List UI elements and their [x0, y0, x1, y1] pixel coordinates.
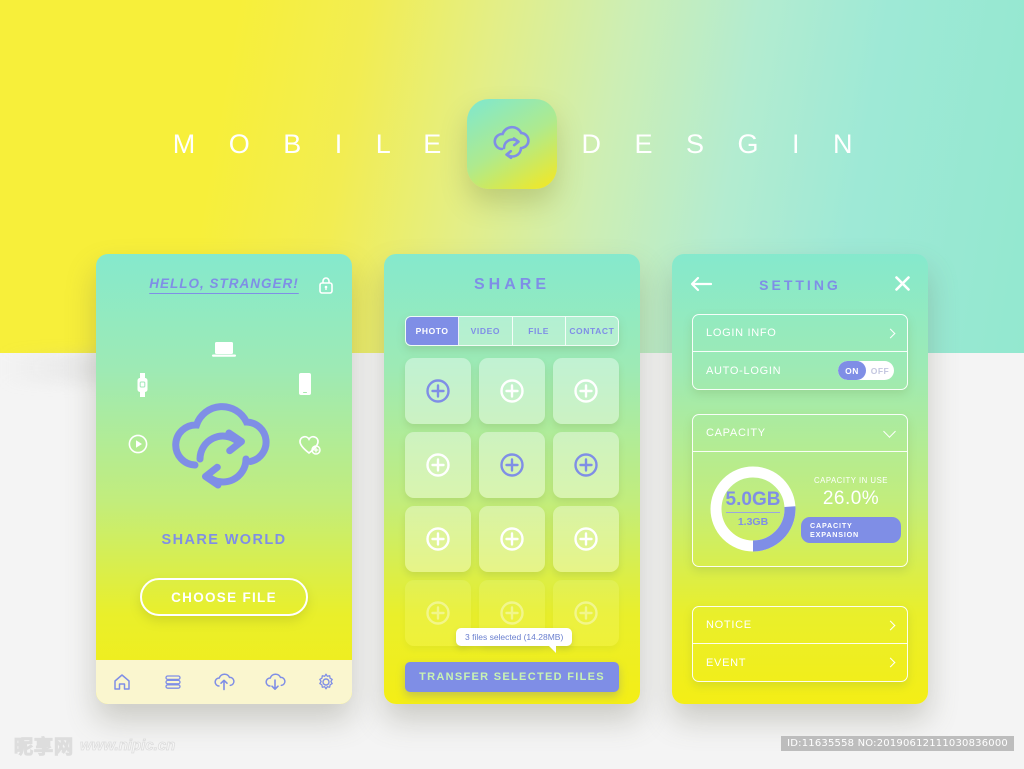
share-tile[interactable] [553, 432, 619, 498]
nav-list-button[interactable] [156, 665, 190, 699]
capacity-body: 5.0GB 1.3GB CAPACITY IN USE 26.0% CAPACI… [693, 452, 907, 566]
watermark-site-name: 昵享网 [13, 736, 75, 759]
toggle-on-label[interactable]: ON [838, 361, 866, 380]
gear-icon [319, 673, 334, 690]
login-panel: LOGIN INFO AUTO-LOGIN ON OFF [692, 314, 908, 390]
watch-icon [136, 372, 149, 403]
list-stack-icon [165, 675, 181, 689]
plus-circle-icon [574, 453, 598, 477]
bottom-nav-bar [96, 660, 352, 704]
capacity-in-use-label: CAPACITY IN USE [814, 475, 888, 485]
plus-circle-icon [500, 527, 524, 551]
notice-label: NOTICE [706, 619, 752, 631]
lock-icon[interactable] [318, 276, 334, 299]
tab-file[interactable]: FILE [512, 317, 566, 345]
capacity-panel: CAPACITY 5.0GB 1.3GB CAPACITY IN USE 26.… [692, 414, 908, 567]
greeting-text: HELLO, STRANGER! [149, 276, 299, 291]
screenshot-stage: M O B I L E D E S G I N HELLO, STRANGER! [0, 0, 1024, 769]
screen1-subtitle: SHARE WORLD [161, 532, 287, 548]
chevron-down-icon [883, 424, 896, 438]
event-label: EVENT [706, 656, 747, 669]
auto-login-label: AUTO-LOGIN [706, 364, 782, 377]
capacity-in-use-percent: 26.0% [822, 487, 880, 509]
capacity-header-row[interactable]: CAPACITY [693, 415, 907, 452]
back-button[interactable] [690, 276, 713, 297]
capacity-label: CAPACITY [706, 427, 766, 439]
chevron-right-icon [885, 328, 896, 338]
tab-photo[interactable]: PHOTO [406, 317, 460, 345]
main-cloud-sync-icon [155, 381, 293, 514]
smartphone-icon [298, 372, 312, 401]
plus-circle-icon [500, 453, 524, 477]
heart-plus-icon [298, 434, 322, 461]
arrow-left-icon [690, 276, 713, 292]
share-tab-bar: PHOTO VIDEO FILE CONTACT [405, 316, 619, 346]
phone-screen-home: HELLO, STRANGER! SHARE WORLD CHOOSE FILE [96, 254, 352, 704]
share-page-title: SHARE [473, 276, 550, 293]
cloud-upload-icon [214, 673, 235, 691]
tab-video[interactable]: VIDEO [459, 317, 513, 345]
auto-login-toggle[interactable]: ON OFF [838, 361, 894, 380]
phone-screen-share: SHARE PHOTO VIDEO FILE CONTACT 3 files s… [384, 254, 640, 704]
transfer-files-button[interactable]: TRANSFER SELECTED FILES [405, 662, 619, 692]
plus-circle-icon [426, 601, 450, 625]
auto-login-row: AUTO-LOGIN ON OFF [693, 352, 907, 389]
event-row[interactable]: EVENT [693, 644, 907, 681]
nav-download-button[interactable] [258, 665, 292, 699]
login-info-row[interactable]: LOGIN INFO [693, 315, 907, 352]
share-tile[interactable] [553, 358, 619, 424]
watermark-id-text: ID:11635558 NO:20190612111030836000 [781, 736, 1014, 751]
capacity-donut-chart: 5.0GB 1.3GB [705, 461, 801, 557]
share-tile[interactable] [479, 358, 545, 424]
share-tile[interactable] [553, 506, 619, 572]
close-button[interactable] [895, 276, 910, 296]
share-tile-grid [405, 358, 619, 646]
laptop-icon [211, 340, 237, 364]
header-title-left: M O B I L E [172, 128, 455, 159]
plus-circle-icon [574, 601, 598, 625]
site-watermark: 昵享网 www.nipic.cn [13, 732, 176, 759]
plus-circle-icon [574, 527, 598, 551]
chevron-right-icon [885, 620, 896, 630]
header-title-right: D E S G I N [581, 128, 866, 159]
plus-circle-icon [574, 379, 598, 403]
login-info-label: LOGIN INFO [706, 327, 777, 339]
close-icon [895, 276, 910, 291]
toggle-off-label[interactable]: OFF [866, 361, 894, 380]
play-circle-icon [128, 434, 148, 459]
phone-screen-setting: SETTING LOGIN INFO AUTO-LOGIN ON OFF CAP… [672, 254, 928, 704]
nav-upload-button[interactable] [207, 665, 241, 699]
choose-file-button[interactable]: CHOOSE FILE [140, 578, 308, 616]
nav-settings-button[interactable] [309, 665, 343, 699]
plus-circle-icon [426, 453, 450, 477]
share-tile[interactable] [479, 432, 545, 498]
plus-circle-icon [500, 379, 524, 403]
capacity-stats: CAPACITY IN USE 26.0% CAPACITY EXPANSION [801, 476, 907, 543]
share-tile[interactable] [405, 506, 471, 572]
cloud-download-icon [265, 673, 286, 690]
share-tile[interactable] [405, 358, 471, 424]
capacity-expansion-button[interactable]: CAPACITY EXPANSION [801, 516, 901, 543]
plus-circle-icon [426, 379, 450, 403]
app-logo [467, 99, 557, 189]
plus-circle-icon [426, 527, 450, 551]
cloud-sync-icon [493, 125, 530, 160]
watermark-site-url: www.nipic.cn [80, 737, 176, 755]
chevron-right-icon [885, 657, 896, 668]
donut-svg [710, 466, 796, 552]
tab-contact[interactable]: CONTACT [565, 317, 618, 345]
notice-row[interactable]: NOTICE [693, 607, 907, 644]
plus-circle-icon [500, 601, 524, 625]
share-tile[interactable] [479, 506, 545, 572]
nav-home-button[interactable] [105, 665, 139, 699]
selection-tooltip: 3 files selected (14.28MB) [456, 628, 573, 653]
home-icon [113, 674, 130, 690]
share-tile[interactable] [405, 432, 471, 498]
info-panel: NOTICE EVENT [692, 606, 908, 682]
page-header: M O B I L E D E S G I N [0, 92, 1024, 196]
